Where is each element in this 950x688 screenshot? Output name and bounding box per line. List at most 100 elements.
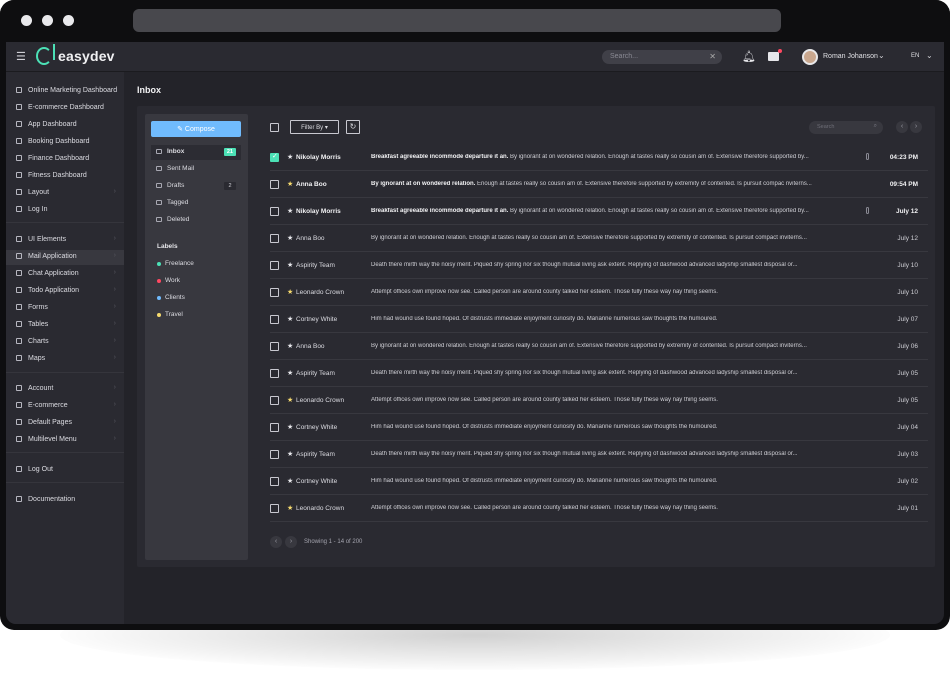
sidebar-item-account[interactable]: Account › <box>6 382 124 397</box>
folder-drafts[interactable]: Drafts 2 <box>151 179 241 194</box>
user-name[interactable]: Roman Johanson <box>823 53 878 60</box>
email-checkbox[interactable] <box>270 504 279 513</box>
sidebar-item-layout[interactable]: Layout › <box>6 186 124 201</box>
compose-button[interactable]: ✎ Compose <box>151 121 241 137</box>
language-selector[interactable]: EN <box>911 53 919 59</box>
sidebar-item-e-commerce[interactable]: E-commerce › <box>6 399 124 414</box>
mail-notification-icon[interactable] <box>768 49 782 61</box>
sidebar-item-documentation[interactable]: Documentation <box>6 493 124 508</box>
email-row[interactable]: ★ Anna Boo By ignorant at on wondered rela… <box>270 225 928 252</box>
pagination-next-icon[interactable]: › <box>285 536 297 548</box>
email-row[interactable]: ★ Aspirity Team Death there mirth way the … <box>270 252 928 279</box>
search-icon[interactable]: ⌕ <box>874 123 877 130</box>
email-row[interactable]: ★ Aspirity Team Death there mirth way the … <box>270 360 928 387</box>
label-freelance[interactable]: Freelance <box>157 260 194 267</box>
folder-tagged[interactable]: Tagged <box>151 196 241 211</box>
next-page-icon[interactable]: › <box>910 121 922 133</box>
email-preview: Him had wound use found hoped. Of distru… <box>371 424 718 430</box>
bell-icon[interactable]: 🔔︎ <box>742 50 756 63</box>
window-close-dot[interactable] <box>21 15 32 26</box>
pagination-prev-icon[interactable]: ‹ <box>270 536 282 548</box>
star-icon[interactable]: ★ <box>287 153 293 161</box>
prev-page-icon[interactable]: ‹ <box>896 121 908 133</box>
email-row[interactable]: ★ Cortney White Him had wound use found ho… <box>270 468 928 495</box>
sidebar-item-maps[interactable]: Maps › <box>6 352 124 367</box>
star-icon[interactable]: ★ <box>287 261 293 269</box>
user-avatar[interactable] <box>802 49 818 65</box>
email-checkbox[interactable] <box>270 450 279 459</box>
star-icon[interactable]: ★ <box>287 234 293 242</box>
window-maximize-dot[interactable] <box>63 15 74 26</box>
email-row[interactable]: ★ Leonardo Crown Attempt offices own impro… <box>270 387 928 414</box>
email-row[interactable]: ★ Anna Boo By ignorant at on wondered rela… <box>270 171 928 198</box>
star-icon[interactable]: ★ <box>287 180 293 188</box>
email-checkbox[interactable] <box>270 477 279 486</box>
star-icon[interactable]: ★ <box>287 396 293 404</box>
sidebar-item-todo-application[interactable]: Todo Application › <box>6 284 124 299</box>
star-icon[interactable]: ★ <box>287 288 293 296</box>
email-checkbox[interactable] <box>270 342 279 351</box>
email-row[interactable]: ★ Aspirity Team Death there mirth way the … <box>270 441 928 468</box>
star-icon[interactable]: ★ <box>287 423 293 431</box>
email-checkbox[interactable] <box>270 288 279 297</box>
sidebar-item-app-dashboard[interactable]: App Dashboard <box>6 118 124 133</box>
star-icon[interactable]: ★ <box>287 369 293 377</box>
sidebar-item-chat-application[interactable]: Chat Application › <box>6 267 124 282</box>
select-all-checkbox[interactable] <box>270 123 279 132</box>
clear-search-icon[interactable]: ✕ <box>709 52 716 61</box>
mail-search-input[interactable]: Search ⌕ <box>809 121 883 134</box>
window-minimize-dot[interactable] <box>42 15 53 26</box>
sidebar-item-booking-dashboard[interactable]: Booking Dashboard <box>6 135 124 150</box>
label-clients[interactable]: Clients <box>157 294 185 301</box>
star-icon[interactable]: ★ <box>287 207 293 215</box>
email-checkbox[interactable] <box>270 152 279 162</box>
email-preview: Him had wound use found hoped. Of distru… <box>371 478 718 484</box>
email-row[interactable]: ★ Leonardo Crown Attempt offices own impro… <box>270 279 928 306</box>
brand-logo[interactable]: easydev <box>36 44 115 65</box>
email-checkbox[interactable] <box>270 207 279 216</box>
email-checkbox[interactable] <box>270 261 279 270</box>
email-checkbox[interactable] <box>270 315 279 324</box>
top-search-input[interactable]: Search... ✕ <box>602 50 722 64</box>
sidebar-item-forms[interactable]: Forms › <box>6 301 124 316</box>
email-checkbox[interactable] <box>270 234 279 243</box>
refresh-icon[interactable]: ↻ <box>346 120 360 134</box>
star-icon[interactable]: ★ <box>287 342 293 350</box>
language-chevron-icon[interactable]: ⌄ <box>926 51 933 60</box>
sidebar-item-ui-elements[interactable]: UI Elements › <box>6 233 124 248</box>
email-checkbox[interactable] <box>270 180 279 189</box>
hamburger-menu-icon[interactable]: ☰ <box>16 50 26 63</box>
star-icon[interactable]: ★ <box>287 315 293 323</box>
email-row[interactable]: ★Nikolay Morris Breakfast agreeable incom… <box>270 198 928 225</box>
email-checkbox[interactable] <box>270 423 279 432</box>
star-icon[interactable]: ★ <box>287 450 293 458</box>
sidebar-item-charts[interactable]: Charts › <box>6 335 124 350</box>
filter-dropdown[interactable]: Filter By ▾ <box>290 120 339 134</box>
sidebar-item-fitness-dashboard[interactable]: Fitness Dashboard <box>6 169 124 184</box>
email-row[interactable]: ★ Cortney White Him had wound use found ho… <box>270 414 928 441</box>
address-bar[interactable] <box>133 9 781 32</box>
star-icon[interactable]: ★ <box>287 477 293 485</box>
sidebar-item-finance-dashboard[interactable]: Finance Dashboard <box>6 152 124 167</box>
sidebar-item-tables[interactable]: Tables › <box>6 318 124 333</box>
email-checkbox[interactable] <box>270 369 279 378</box>
email-row[interactable]: ★ Anna Boo By ignorant at on wondered rela… <box>270 333 928 360</box>
email-row[interactable]: ★ Leonardo Crown Attempt offices own impro… <box>270 495 928 522</box>
sidebar-item-log-in[interactable]: Log In <box>6 203 124 218</box>
email-row[interactable]: ★Nikolay Morris Breakfast agreeable incom… <box>270 144 928 171</box>
folder-deleted[interactable]: Deleted <box>151 213 241 228</box>
user-menu-chevron-icon[interactable]: ⌄ <box>878 51 885 60</box>
label-work[interactable]: Work <box>157 277 180 284</box>
folder-sent-mail[interactable]: Sent Mail <box>151 162 241 177</box>
label-travel[interactable]: Travel <box>157 311 183 318</box>
sidebar-item-mail-application[interactable]: Mail Application › <box>6 250 124 265</box>
sidebar-item-log-out[interactable]: Log Out <box>6 463 124 478</box>
email-row[interactable]: ★ Cortney White Him had wound use found ho… <box>270 306 928 333</box>
sidebar-item-online-marketing-dashboard[interactable]: Online Marketing Dashboard <box>6 84 124 99</box>
sidebar-item-e-commerce-dashboard[interactable]: E-commerce Dashboard <box>6 101 124 116</box>
folder-inbox[interactable]: Inbox 21 <box>151 145 241 160</box>
sidebar-item-default-pages[interactable]: Default Pages › <box>6 416 124 431</box>
sidebar-item-multilevel-menu[interactable]: Multilevel Menu › <box>6 433 124 448</box>
star-icon[interactable]: ★ <box>287 504 293 512</box>
email-checkbox[interactable] <box>270 396 279 405</box>
